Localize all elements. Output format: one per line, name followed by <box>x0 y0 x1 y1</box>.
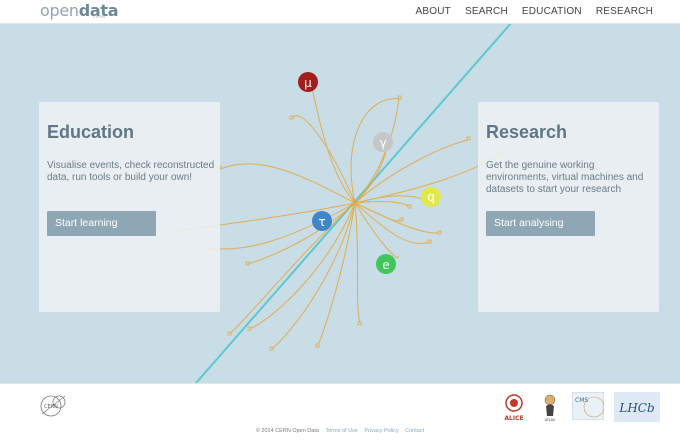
opendata-logo[interactable]: opendata <box>40 1 119 20</box>
terms-of-use-link[interactable]: Terms of Use <box>325 428 357 434</box>
nav-research[interactable]: RESEARCH <box>596 6 653 17</box>
svg-text:LHCb: LHCb <box>618 401 654 415</box>
nav-search[interactable]: SEARCH <box>465 6 508 17</box>
start-analysing-button[interactable]: Start analysing <box>486 211 595 236</box>
e-symbol: e <box>382 258 389 272</box>
atlas-logo[interactable]: ATLAS <box>540 392 560 422</box>
svg-text:CERN: CERN <box>44 404 58 410</box>
hero-event-display: μ γ q τ e Education Visualise events, ch… <box>0 24 680 383</box>
svg-text:ATLAS: ATLAS <box>545 418 555 422</box>
cern-logo[interactable]: CERN <box>38 392 68 420</box>
q-symbol: q <box>427 190 435 204</box>
contact-link[interactable]: Contact <box>405 428 424 434</box>
particle-q: q <box>421 187 441 207</box>
start-learning-button[interactable]: Start learning <box>47 211 156 236</box>
nav-education[interactable]: EDUCATION <box>522 6 582 17</box>
cms-logo[interactable]: CMS <box>572 392 604 420</box>
alice-logo[interactable]: ALICE <box>502 392 526 422</box>
mu-symbol: μ <box>304 76 312 90</box>
tau-symbol: τ <box>318 215 325 229</box>
footer: CERN ALICE ATLAS CMS LHCb © 2014 CERN Op… <box>0 383 680 440</box>
main-nav: ABOUT SEARCH EDUCATION RESEARCH <box>416 6 653 17</box>
lhcb-logo[interactable]: LHCb <box>614 392 660 422</box>
track-endpoints <box>174 95 502 351</box>
education-panel: Education Visualise events, check recons… <box>39 102 220 312</box>
svg-text:CMS: CMS <box>575 397 588 404</box>
footer-copyright: © 2014 CERN Open Data Terms of Use Priva… <box>0 428 680 434</box>
privacy-policy-link[interactable]: Privacy Policy <box>364 428 398 434</box>
nav-about[interactable]: ABOUT <box>416 6 451 17</box>
particle-mu: μ <box>298 72 318 92</box>
education-text: Visualise events, check reconstructed da… <box>47 160 215 183</box>
gamma-symbol: γ <box>379 136 386 150</box>
particle-gamma: γ <box>373 132 393 152</box>
header: opendata CERN ABOUT SEARCH EDUCATION RES… <box>0 0 680 24</box>
svg-text:ALICE: ALICE <box>504 415 523 422</box>
particle-tracks <box>175 78 501 350</box>
education-title: Education <box>47 122 135 142</box>
research-text: Get the genuine working environments, vi… <box>486 160 644 195</box>
logo-sub-cern: CERN <box>93 14 106 19</box>
particle-tau: τ <box>312 211 332 231</box>
research-title: Research <box>486 122 568 142</box>
research-panel: Research Get the genuine working environ… <box>478 102 659 312</box>
copyright-text: © 2014 CERN Open Data <box>255 428 319 434</box>
particle-e: e <box>376 254 396 274</box>
